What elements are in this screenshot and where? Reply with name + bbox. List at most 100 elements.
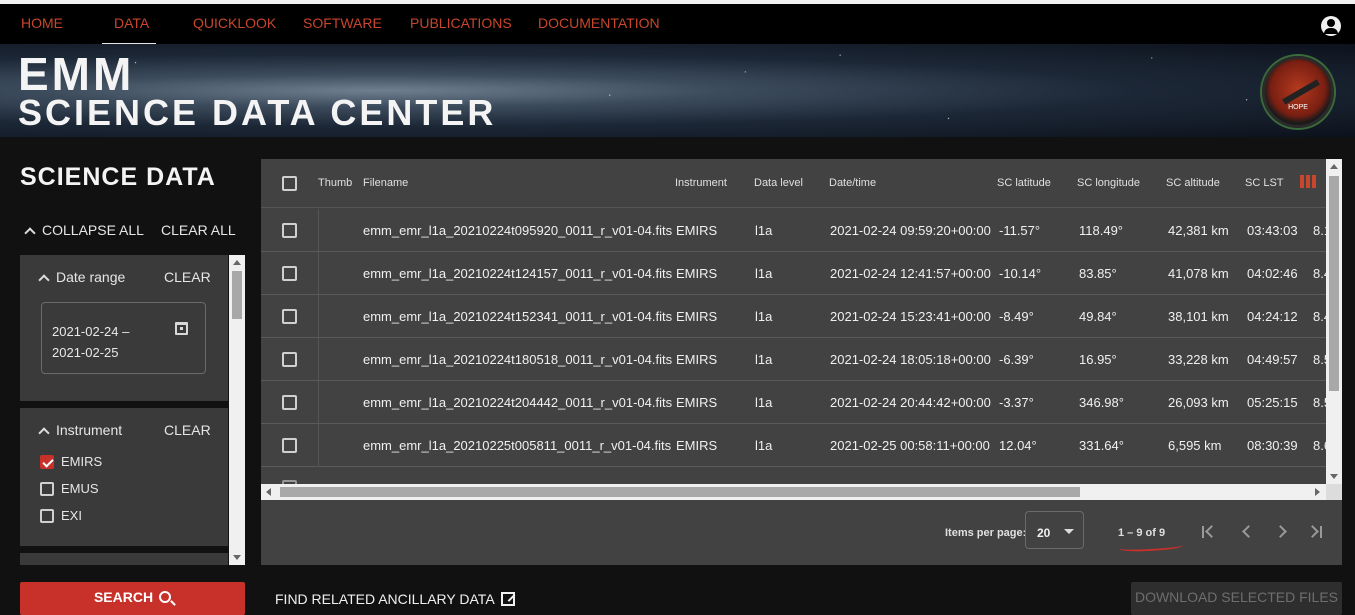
row-checkbox[interactable] <box>282 309 297 324</box>
nav-home[interactable]: HOME <box>21 15 63 31</box>
cell-sc-longitude: 83.85° <box>1079 266 1117 281</box>
scrollbar-thumb[interactable] <box>280 487 1080 497</box>
cell-instrument: EMIRS <box>676 352 718 367</box>
account-circle-icon[interactable] <box>1321 16 1341 36</box>
scrollbar-thumb[interactable] <box>1329 176 1339 391</box>
ancillary-label: FIND RELATED ANCILLARY DATA <box>275 591 495 607</box>
nav-documentation[interactable]: DOCUMENTATION <box>538 15 660 31</box>
cell-instrument: EMIRS <box>676 266 718 281</box>
row-checkbox[interactable] <box>282 438 297 453</box>
col-sc-longitude[interactable]: SC longitude <box>1077 177 1140 189</box>
thumb-cell <box>318 338 319 381</box>
cell-sc-latitude: -8.49° <box>999 309 1034 324</box>
select-all-checkbox[interactable] <box>282 176 297 191</box>
date-range-panel: Date range CLEAR 2021-02-24 – 2021-02-25 <box>20 255 228 401</box>
cell-sc-longitude: 331.64° <box>1079 438 1124 453</box>
checkbox[interactable] <box>40 508 54 523</box>
filter-panel-list: Date range CLEAR 2021-02-24 – 2021-02-25… <box>20 255 245 565</box>
cell-sc-lst: 04:49:57 <box>1247 352 1298 367</box>
instrument-panel: Instrument CLEAR EMIRS EMUS EXI <box>20 408 228 546</box>
cell-sc-lst: 03:43:03 <box>1247 223 1298 238</box>
option-label: EXI <box>61 508 82 523</box>
cell-datetime: 2021-02-24 12:41:57+00:00 <box>830 266 991 281</box>
date-range-header[interactable]: Date range <box>38 269 125 286</box>
scrollbar-thumb[interactable] <box>232 271 242 319</box>
col-sc-lst[interactable]: SC LST <box>1245 177 1284 189</box>
nav-software[interactable]: SOFTWARE <box>303 15 382 31</box>
top-nav: HOME DATA QUICKLOOK SOFTWARE PUBLICATION… <box>0 0 1355 45</box>
clear-all-button[interactable]: CLEAR ALL <box>161 222 236 238</box>
calendar-icon[interactable] <box>175 322 188 335</box>
row-checkbox[interactable] <box>282 223 297 238</box>
scroll-right-icon[interactable] <box>1315 488 1320 496</box>
page-range-label: 1 – 9 of 9 <box>1118 527 1166 539</box>
checkbox-checked[interactable] <box>40 454 54 469</box>
scroll-down-icon[interactable] <box>1330 474 1338 479</box>
annotation-underline <box>1118 541 1184 553</box>
instrument-header[interactable]: Instrument <box>38 422 122 439</box>
first-page-button[interactable] <box>1200 523 1218 541</box>
scroll-up-icon[interactable] <box>1330 164 1338 169</box>
table-horizontal-scrollbar[interactable] <box>261 484 1326 500</box>
instrument-option-emirs[interactable]: EMIRS <box>40 454 102 470</box>
cell-sc-lst: 04:24:12 <box>1247 309 1298 324</box>
table-header: Thumb Filename Instrument Data level Dat… <box>261 159 1326 208</box>
view-column-icon[interactable] <box>1300 175 1316 188</box>
cell-sc-longitude: 16.95° <box>1079 352 1117 367</box>
table-row[interactable]: emm_emr_l1a_20210224t152341_0011_r_v01-0… <box>261 295 1331 338</box>
option-label: EMIRS <box>61 454 103 469</box>
date-range-field[interactable]: 2021-02-24 – 2021-02-25 <box>41 302 206 374</box>
col-filename[interactable]: Filename <box>363 177 408 189</box>
nav-data[interactable]: DATA <box>114 15 149 31</box>
search-button[interactable]: SEARCH <box>20 582 245 615</box>
col-sc-altitude[interactable]: SC altitude <box>1166 177 1220 189</box>
table-vertical-scrollbar[interactable] <box>1326 159 1342 484</box>
col-sc-latitude[interactable]: SC latitude <box>997 177 1051 189</box>
instrument-clear-button[interactable]: CLEAR <box>164 422 211 438</box>
next-page-button[interactable] <box>1273 523 1291 541</box>
table-row[interactable]: emm_emr_l1a_20210224t095920_0011_r_v01-0… <box>261 209 1331 252</box>
instrument-option-emus[interactable]: EMUS <box>40 481 99 497</box>
collapse-all-button[interactable]: COLLAPSE ALL <box>24 222 144 239</box>
table-row[interactable]: emm_emr_l1a_20210225t005811_0011_r_v01-0… <box>261 424 1331 467</box>
thumb-cell <box>318 209 319 252</box>
checkbox[interactable] <box>40 481 54 496</box>
cell-filename: emm_emr_l1a_20210224t124157_0011_r_v01-0… <box>363 266 673 281</box>
last-page-icon <box>1306 525 1319 538</box>
col-data-level[interactable]: Data level <box>754 177 803 189</box>
download-selected-button[interactable]: DOWNLOAD SELECTED FILES <box>1131 582 1342 615</box>
collapse-all-label: COLLAPSE ALL <box>42 222 144 238</box>
row-checkbox[interactable] <box>282 266 297 281</box>
table-row[interactable]: emm_emr_l1a_20210224t204442_0011_r_v01-0… <box>261 381 1331 424</box>
instrument-option-exi[interactable]: EXI <box>40 508 82 524</box>
table-row[interactable]: emm_emr_l1a_20210224t180518_0011_r_v01-0… <box>261 338 1331 381</box>
col-thumb[interactable]: Thumb <box>318 177 352 189</box>
option-label: EMUS <box>61 481 99 496</box>
items-per-page-select[interactable]: 20 <box>1025 511 1084 549</box>
cell-sc-lst: 08:30:39 <box>1247 438 1298 453</box>
cell-sc-altitude: 33,228 km <box>1168 352 1229 367</box>
chevron-up-icon <box>24 227 36 239</box>
last-page-button[interactable] <box>1306 523 1325 541</box>
scroll-up-icon[interactable] <box>233 260 241 265</box>
col-datetime[interactable]: Date/time <box>829 177 876 189</box>
cell-data-level: l1a <box>755 438 773 453</box>
cell-sc-lst: 05:25:15 <box>1247 395 1298 410</box>
cell-sc-latitude: -10.14° <box>999 266 1042 281</box>
find-ancillary-data-link[interactable]: FIND RELATED ANCILLARY DATA <box>275 590 515 607</box>
nav-publications[interactable]: PUBLICATIONS <box>410 15 512 31</box>
row-checkbox[interactable] <box>282 395 297 410</box>
sidebar-title: SCIENCE DATA <box>20 163 216 197</box>
scroll-left-icon[interactable] <box>266 488 271 496</box>
row-checkbox[interactable] <box>282 352 297 367</box>
scroll-down-icon[interactable] <box>233 555 241 560</box>
cell-filename: emm_emr_l1a_20210225t005811_0011_r_v01-0… <box>363 438 672 453</box>
col-instrument[interactable]: Instrument <box>675 177 727 189</box>
previous-page-button[interactable] <box>1239 523 1257 541</box>
nav-quicklook[interactable]: QUICKLOOK <box>193 15 276 31</box>
date-range-clear-button[interactable]: CLEAR <box>164 269 211 285</box>
cell-sc-latitude: 12.04° <box>999 438 1037 453</box>
cell-datetime: 2021-02-24 09:59:20+00:00 <box>830 223 991 238</box>
sidebar-scrollbar[interactable] <box>229 255 245 565</box>
table-row[interactable]: emm_emr_l1a_20210224t124157_0011_r_v01-0… <box>261 252 1331 295</box>
